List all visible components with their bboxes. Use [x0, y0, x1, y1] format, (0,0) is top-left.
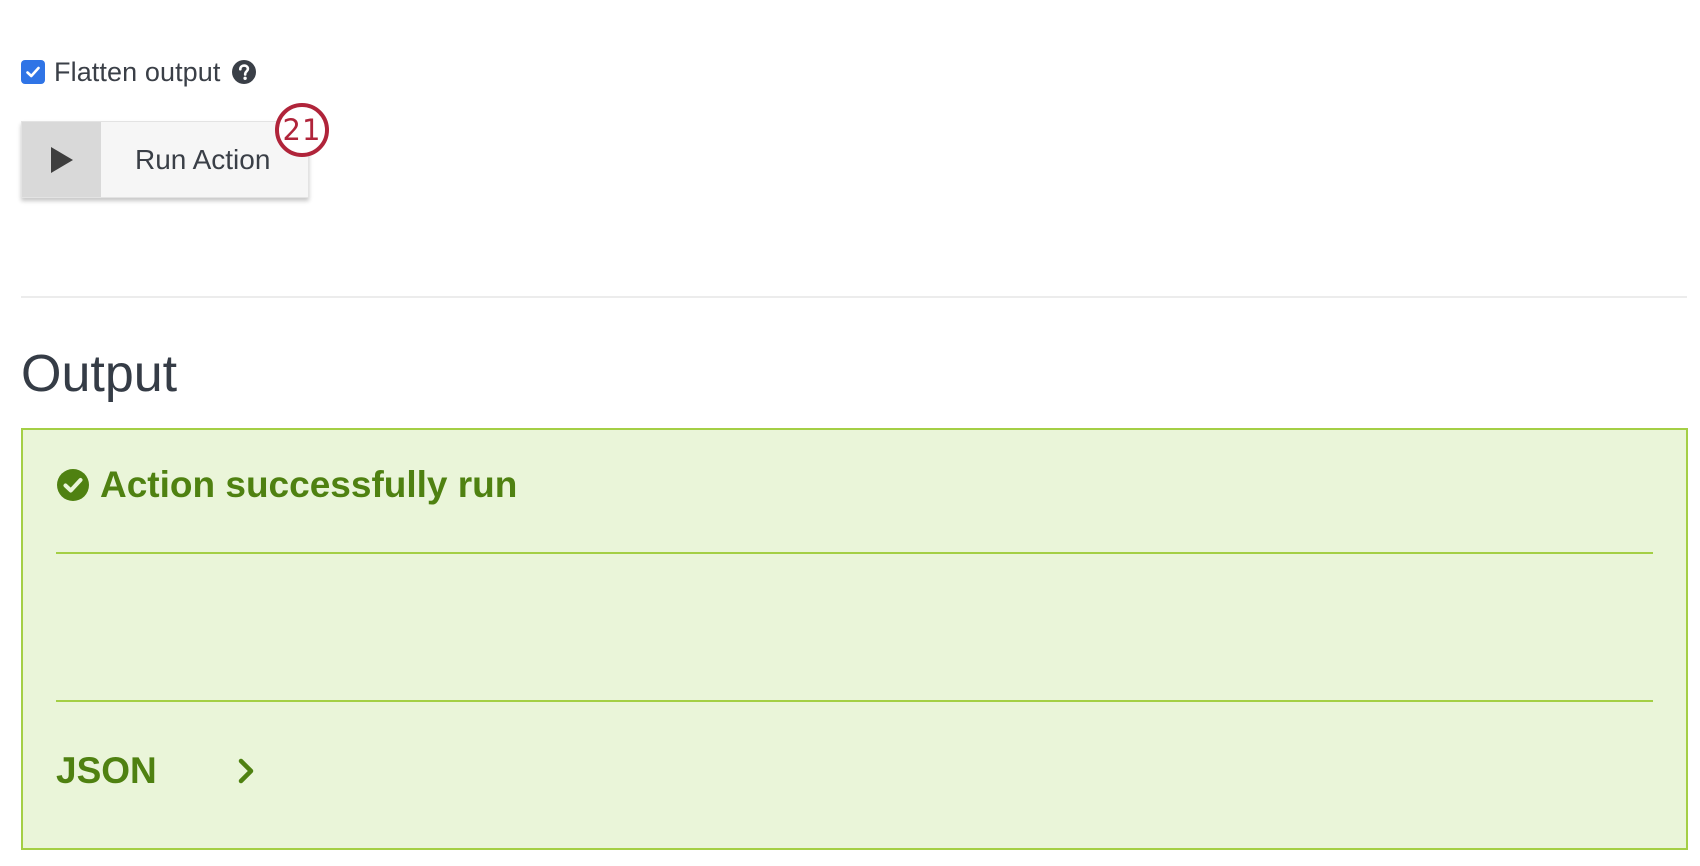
chevron-right-icon [236, 757, 256, 785]
question-circle-icon[interactable] [231, 59, 257, 85]
json-label: JSON [56, 750, 157, 791]
flatten-output-label: Flatten output [54, 56, 221, 87]
check-circle-icon [57, 469, 89, 501]
output-panel: Action successfully run JSON [21, 428, 1688, 850]
success-message: Action successfully run [100, 464, 518, 505]
panel-divider-top [56, 552, 1653, 554]
play-icon [50, 146, 73, 173]
section-divider [21, 296, 1687, 298]
play-icon-container [22, 122, 101, 197]
panel-divider-bottom [56, 700, 1653, 702]
flatten-output-option: Flatten output [21, 56, 257, 87]
action-runner-page: Flatten output Run Action 21 Output Acti… [0, 0, 1700, 866]
run-action-button[interactable]: Run Action [21, 121, 309, 198]
flatten-output-checkbox[interactable] [21, 60, 45, 84]
checkmark-icon [26, 66, 40, 78]
annotation-badge: 21 [275, 103, 329, 157]
json-toggle[interactable]: JSON [56, 750, 256, 792]
success-status: Action successfully run [56, 464, 517, 506]
output-heading: Output [21, 345, 178, 403]
